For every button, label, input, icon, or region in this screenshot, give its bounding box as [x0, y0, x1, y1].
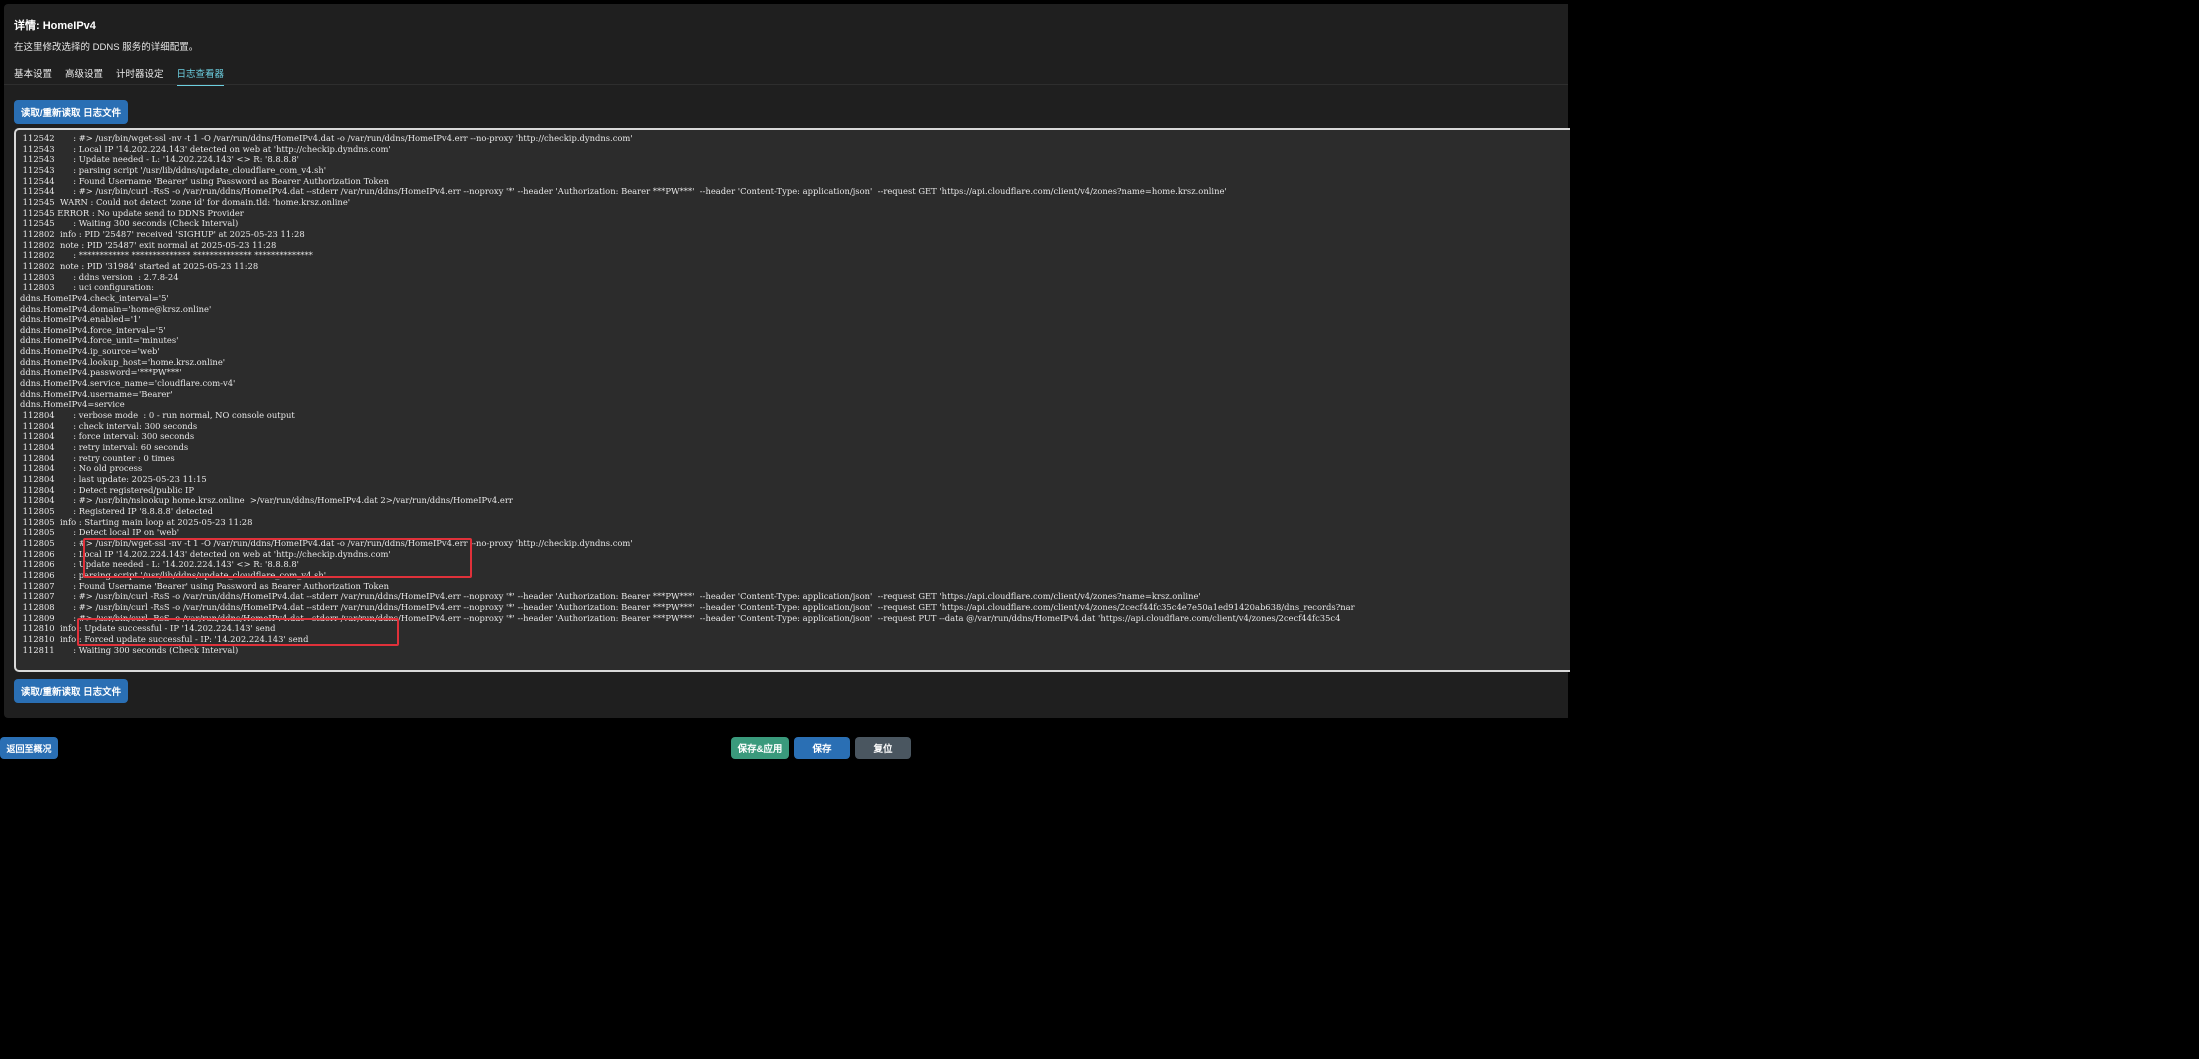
log-line: 112802 note : PID '31984' started at 202…: [20, 260, 259, 271]
tab-basic-settings[interactable]: 基本设置: [14, 66, 52, 86]
log-line: 112803 : ddns version : 2.7.8-24: [20, 271, 179, 282]
reset-button[interactable]: 复位: [855, 737, 911, 759]
log-line: 112807 : Found Username 'Bearer' using P…: [20, 580, 389, 591]
log-line: 112805 : Detect local IP on 'web': [20, 527, 180, 538]
log-line: 112804 : No old process: [20, 463, 143, 474]
tab-bar: 基本设置 高级设置 计时器设定 日志查看器: [14, 66, 237, 86]
log-line: ddns.HomeIPv4=service: [20, 399, 125, 410]
log-line: ddns.HomeIPv4.lookup_host='home.krsz.onl…: [20, 356, 226, 367]
log-line: 112811 : Waiting 300 seconds (Check Inte…: [20, 644, 239, 655]
highlight-box-update-successful: [77, 618, 399, 646]
log-line: 112804 : Detect registered/public IP: [20, 484, 194, 495]
ddns-detail-panel: 详情: HomeIPv4 在这里修改选择的 DDNS 服务的详细配置。 基本设置…: [4, 4, 1570, 718]
log-line: 112802 : ************ ************** ***…: [20, 250, 313, 261]
log-line: 112543 : Update needed - L: '14.202.224.…: [20, 154, 299, 165]
log-line: 112804 : check interval: 300 seconds: [20, 420, 198, 431]
log-line: 112804 : verbose mode : 0 - run normal, …: [20, 410, 295, 421]
log-line: ddns.HomeIPv4.check_interval='5': [20, 292, 169, 303]
log-line: 112544 : Found Username 'Bearer' using P…: [20, 175, 389, 186]
log-line: ddns.HomeIPv4.domain='home@krsz.online': [20, 303, 212, 314]
log-line: 112804 : force interval: 300 seconds: [20, 431, 195, 442]
log-line: 112805 : Registered IP '8.8.8.8' detecte…: [20, 505, 213, 516]
read-log-button-bottom[interactable]: 读取/重新读取 日志文件: [14, 679, 128, 703]
log-line: ddns.HomeIPv4.force_unit='minutes': [20, 335, 179, 346]
log-line: 112808 : #> /usr/bin/curl -RsS -o /var/r…: [20, 601, 1355, 612]
log-line: 112545 WARN : Could not detect 'zone id'…: [20, 196, 351, 207]
save-apply-button[interactable]: 保存&应用: [731, 737, 789, 759]
log-line: 112544 : #> /usr/bin/curl -RsS -o /var/r…: [20, 186, 1227, 197]
log-line: 112543 : Local IP '14.202.224.143' detec…: [20, 143, 391, 154]
tab-log-viewer[interactable]: 日志查看器: [176, 66, 225, 86]
log-line: 112545 : Waiting 300 seconds (Check Inte…: [20, 218, 239, 229]
log-line: ddns.HomeIPv4.password='***PW***': [20, 367, 182, 378]
log-line: 112543 : parsing script '/usr/lib/ddns/u…: [20, 164, 327, 175]
save-button[interactable]: 保存: [794, 737, 850, 759]
log-line: 112804 : #> /usr/bin/nslookup home.krsz.…: [20, 495, 513, 506]
log-line: 112807 : #> /usr/bin/curl -RsS -o /var/r…: [20, 591, 1201, 602]
log-line: ddns.HomeIPv4.service_name='cloudflare.c…: [20, 378, 236, 389]
log-line: 112804 : retry counter : 0 times: [20, 452, 175, 463]
page-description: 在这里修改选择的 DDNS 服务的详细配置。: [14, 42, 199, 53]
log-line: 112545 ERROR : No update send to DDNS Pr…: [20, 207, 244, 218]
log-line: 112803 : uci configuration:: [20, 282, 154, 293]
log-line: 112542 : #> /usr/bin/wget-ssl -nv -t 1 -…: [20, 133, 633, 143]
log-line: ddns.HomeIPv4.ip_source='web': [20, 346, 160, 357]
log-line: ddns.HomeIPv4.enabled='1': [20, 314, 141, 325]
tabs-divider: [4, 84, 1568, 85]
log-line: ddns.HomeIPv4.username='Bearer': [20, 388, 173, 399]
log-line: ddns.HomeIPv4.force_interval='5': [20, 324, 166, 335]
log-viewer[interactable]: 112542 : #> /usr/bin/wget-ssl -nv -t 1 -…: [14, 128, 1570, 672]
log-line: 112804 : last update: 2025-05-23 11:15: [20, 474, 207, 484]
read-log-button-top[interactable]: 读取/重新读取 日志文件: [14, 100, 128, 124]
page-title: 详情: HomeIPv4: [14, 20, 96, 32]
tab-timer-settings[interactable]: 计时器设定: [116, 66, 164, 86]
log-line: 112802 note : PID '25487' exit normal at…: [20, 239, 277, 250]
log-line: 112802 info : PID '25487' received 'SIGH…: [20, 228, 305, 239]
tab-advanced-settings[interactable]: 高级设置: [65, 66, 103, 86]
log-line: 112805 info : Starting main loop at 2025…: [20, 516, 253, 527]
highlight-box-local-ip: [83, 538, 472, 578]
log-line: 112804 : retry interval: 60 seconds: [20, 442, 189, 453]
back-to-overview-button[interactable]: 返回至概况: [0, 737, 58, 759]
